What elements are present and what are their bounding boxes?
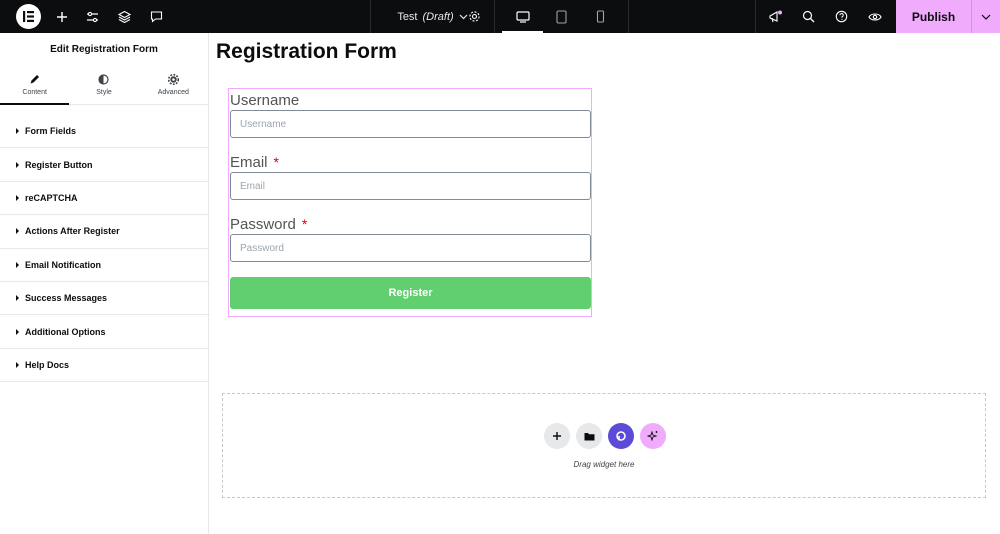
label-text: Username <box>230 92 300 109</box>
ai-button[interactable] <box>640 423 666 449</box>
section-label: Success Messages <box>25 293 108 304</box>
section-email-notification[interactable]: Email Notification <box>0 249 208 282</box>
add-section-button[interactable] <box>544 423 570 449</box>
section-help-docs[interactable]: Help Docs <box>0 349 208 383</box>
password-input[interactable]: Password <box>230 234 591 262</box>
register-button[interactable]: Register <box>230 277 591 309</box>
username-label: Username <box>230 92 299 109</box>
placeholder-text: Email <box>240 180 266 192</box>
dropzone-text: Drag widget here <box>573 460 635 469</box>
preview-canvas: Registration Form Username Username Emai… <box>210 33 1000 534</box>
section-label: Additional Options <box>25 326 106 337</box>
placeholder-text: Username <box>240 118 287 130</box>
section-success-messages[interactable]: Success Messages <box>0 282 208 316</box>
publish-options-button[interactable] <box>971 0 1000 33</box>
sliders-icon[interactable] <box>84 8 101 25</box>
plus-icon <box>553 432 561 440</box>
section-register-button[interactable]: Register Button <box>0 148 208 182</box>
email-input[interactable]: Email <box>230 172 591 200</box>
search-icon[interactable] <box>800 8 817 25</box>
megaphone-icon[interactable] <box>767 8 784 25</box>
panel-tabs: Content Style Advanced <box>0 65 208 105</box>
caret-right-icon <box>16 295 19 302</box>
caret-right-icon <box>16 261 19 268</box>
caret-right-icon <box>16 161 19 168</box>
divider <box>494 0 495 33</box>
page-title: Registration Form <box>216 40 397 63</box>
caret-right-icon <box>16 128 19 135</box>
tab-content[interactable]: Content <box>0 65 70 105</box>
desktop-icon[interactable] <box>502 8 543 33</box>
section-recaptcha[interactable]: reCAPTCHA <box>0 182 208 216</box>
username-input[interactable]: Username <box>230 110 591 138</box>
plus-icon[interactable] <box>53 8 70 25</box>
password-label: Password * <box>230 216 307 233</box>
section-label: Register Button <box>25 159 93 170</box>
folder-icon <box>584 432 594 440</box>
section-form-fields[interactable]: Form Fields <box>0 115 208 149</box>
comment-icon[interactable] <box>148 8 165 25</box>
add-template-button[interactable] <box>576 423 602 449</box>
tab-advanced-label: Advanced <box>157 88 189 96</box>
caret-right-icon <box>16 328 19 335</box>
panel-title: Edit Registration Form <box>50 43 158 55</box>
gear-icon <box>167 73 179 85</box>
document-name: Test <box>397 10 418 23</box>
tab-style-label: Style <box>96 88 112 96</box>
caret-right-icon <box>16 228 19 235</box>
section-additional-options[interactable]: Additional Options <box>0 315 208 349</box>
label-text: Email <box>230 154 268 171</box>
required-mark: * <box>273 154 279 170</box>
required-mark: * <box>301 216 308 232</box>
pencil-icon <box>30 74 40 83</box>
section-label: reCAPTCHA <box>25 192 78 203</box>
placeholder-text: Password <box>240 242 284 254</box>
dropzone-buttons <box>544 423 666 449</box>
editor-panel: Edit Registration Form Content Style Adv… <box>0 33 209 534</box>
document-status: (Draft) <box>422 10 454 23</box>
half-circle-icon <box>98 73 110 85</box>
section-label: Actions After Register <box>25 226 120 237</box>
panel-sections: Form Fields Register Button reCAPTCHA Ac… <box>0 105 208 383</box>
section-label: Email Notification <box>25 259 102 270</box>
tablet-icon[interactable] <box>553 8 570 25</box>
mobile-icon[interactable] <box>592 8 609 25</box>
email-label: Email * <box>230 154 279 171</box>
section-actions-after-register[interactable]: Actions After Register <box>0 215 208 249</box>
section-label: Form Fields <box>25 126 77 137</box>
divider <box>755 0 756 33</box>
tab-advanced[interactable]: Advanced <box>139 65 208 104</box>
top-bar: Test (Draft) Publish <box>0 0 1000 33</box>
registration-form[interactable]: Username Username Email * Email Password *… <box>228 88 592 317</box>
chevron-down-icon <box>981 14 991 20</box>
tab-style[interactable]: Style <box>69 65 138 104</box>
plugin-logo-icon <box>616 431 626 441</box>
elementor-logo-icon[interactable] <box>16 4 41 29</box>
sparkle-icon <box>647 430 658 442</box>
plugin-widget-button[interactable] <box>608 423 634 449</box>
section-label: Help Docs <box>25 359 70 370</box>
gear-icon[interactable] <box>466 8 483 25</box>
help-icon[interactable] <box>833 8 850 25</box>
tab-content-label: Content <box>22 88 47 96</box>
caret-right-icon <box>16 194 19 201</box>
layers-icon[interactable] <box>116 8 133 25</box>
publish-button[interactable]: Publish <box>896 0 971 33</box>
divider <box>628 0 629 33</box>
caret-right-icon <box>16 361 19 368</box>
widget-dropzone[interactable]: Drag widget here <box>222 393 986 498</box>
eye-icon[interactable] <box>866 8 883 25</box>
label-text: Password <box>230 216 296 233</box>
